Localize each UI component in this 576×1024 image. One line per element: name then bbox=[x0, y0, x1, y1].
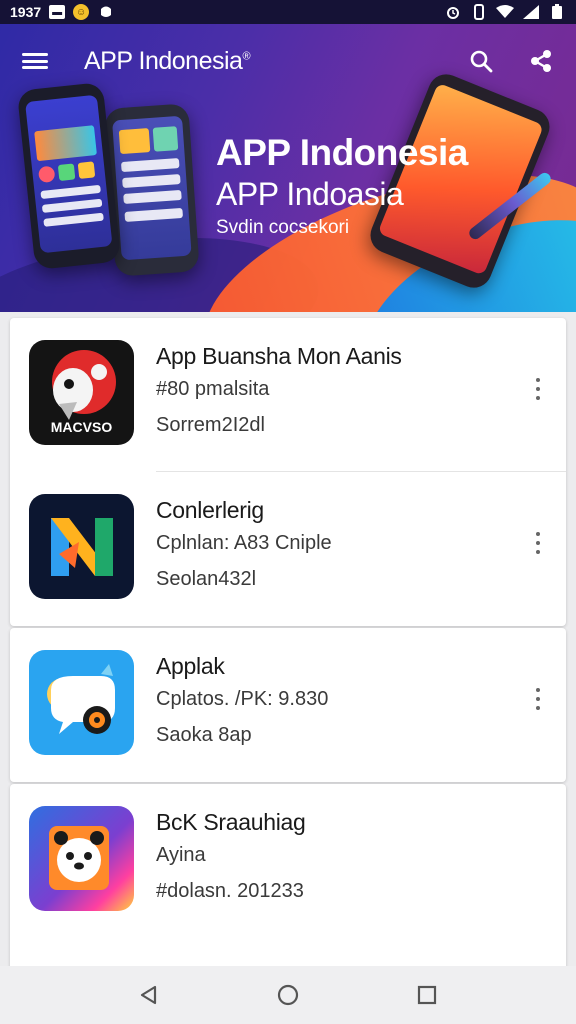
app-meta: Cplnlan: A83 Cniple bbox=[156, 532, 332, 554]
system-nav-bar bbox=[0, 966, 576, 1024]
app-name: App Buansha Mon Aanis bbox=[156, 343, 402, 369]
app-name: BcK Sraauhiag bbox=[156, 809, 306, 835]
app-icon-label: MACVSO bbox=[50, 419, 113, 435]
emoji-icon: ☺ bbox=[73, 4, 90, 20]
list-item[interactable]: MACVSO App Buansha Mon Aanis #80 pmalsit… bbox=[10, 318, 566, 472]
app-meta: Saoka 8ap bbox=[156, 724, 252, 746]
app-icon: MACVSO bbox=[29, 340, 134, 445]
share-icon[interactable] bbox=[528, 48, 554, 74]
list-item[interactable]: BcK Sraauhiag Ayina #dolasn. 201233 bbox=[10, 784, 566, 938]
more-options-icon[interactable] bbox=[526, 376, 550, 402]
app-title: APP Indonesia® bbox=[84, 46, 251, 75]
app-meta: #dolasn. 201233 bbox=[156, 880, 304, 902]
app-card: MACVSO App Buansha Mon Aanis #80 pmalsit… bbox=[10, 318, 566, 626]
battery-icon bbox=[548, 4, 566, 20]
app-card: Applak Cplatos. /PK: 9.830 Saoka 8ap bbox=[10, 628, 566, 782]
hero-title: APP Indonesia bbox=[216, 132, 468, 173]
hero-banner: APP Indonesia® APP Indonesia APP Indoasi… bbox=[0, 24, 576, 312]
list-item[interactable]: Applak Cplatos. /PK: 9.830 Saoka 8ap bbox=[10, 628, 566, 782]
app-name: Applak bbox=[156, 653, 225, 679]
notification-icon bbox=[97, 4, 115, 20]
app-card: BcK Sraauhiag Ayina #dolasn. 201233 bbox=[10, 784, 566, 984]
app-bar: APP Indonesia® bbox=[0, 24, 576, 98]
app-meta: Ayina bbox=[156, 844, 206, 866]
vibrate-icon bbox=[470, 4, 488, 20]
home-icon[interactable] bbox=[274, 981, 302, 1009]
status-bar: 1937 ▬ ☺ bbox=[0, 0, 576, 24]
more-options-icon[interactable] bbox=[526, 686, 550, 712]
phone-illustration bbox=[16, 81, 122, 271]
app-icon bbox=[29, 494, 134, 599]
message-icon: ▬ bbox=[49, 5, 66, 19]
status-time: 1937 bbox=[10, 4, 42, 20]
app-meta: #80 pmalsita bbox=[156, 378, 270, 400]
app-meta: Seolan432l bbox=[156, 568, 257, 590]
back-icon[interactable] bbox=[135, 981, 163, 1009]
app-meta: Sorrem2I2dl bbox=[156, 414, 265, 436]
list-item[interactable]: Conlerlerig Cplnlan: A83 Cniple Seolan43… bbox=[10, 472, 566, 626]
wifi-icon bbox=[496, 4, 514, 20]
app-name: Conlerlerig bbox=[156, 497, 264, 523]
app-meta: Cplatos. /PK: 9.830 bbox=[156, 688, 329, 710]
recents-icon[interactable] bbox=[413, 981, 441, 1009]
alarm-icon bbox=[444, 4, 462, 20]
app-icon bbox=[29, 806, 134, 911]
search-icon[interactable] bbox=[468, 48, 494, 74]
app-icon bbox=[29, 650, 134, 755]
more-options-icon[interactable] bbox=[526, 530, 550, 556]
menu-icon[interactable] bbox=[22, 50, 48, 72]
hero-tagline: Svdin cocsekori bbox=[216, 217, 350, 238]
hero-subtitle: APP Indoasia bbox=[216, 176, 404, 212]
signal-icon bbox=[522, 4, 540, 20]
